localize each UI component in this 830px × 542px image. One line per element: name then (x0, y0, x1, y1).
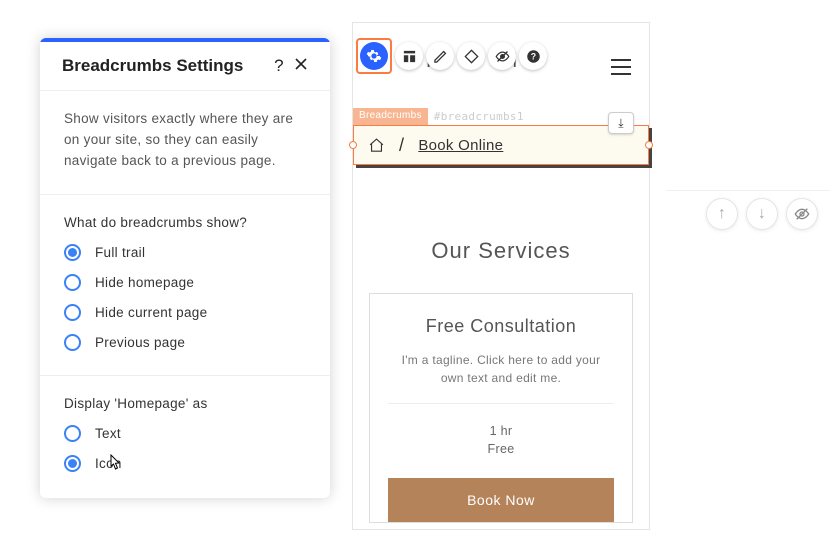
canvas-side-controls: ↑ ↓ (706, 198, 818, 230)
service-meta: 1 hr Free (388, 404, 614, 478)
hamburger-menu-icon[interactable] (605, 53, 637, 81)
resize-handle-left[interactable] (349, 141, 357, 149)
element-id-text: #breadcrumbs1 (428, 108, 530, 125)
radio-icon (64, 334, 81, 351)
breadcrumb-current-page[interactable]: Book Online (418, 137, 503, 154)
radio-hide-current-page[interactable]: Hide current page (64, 304, 306, 321)
radio-label: Hide homepage (95, 275, 194, 290)
resize-handle-right[interactable] (645, 141, 653, 149)
radio-icon (64, 455, 81, 472)
radio-label: Full trail (95, 245, 145, 260)
radio-icon (64, 425, 81, 442)
horizontal-rule (666, 190, 830, 191)
radio-text[interactable]: Text (64, 425, 306, 442)
help-icon[interactable]: ? (268, 56, 290, 76)
breadcrumb-separator: / (399, 135, 404, 156)
radio-icon (64, 304, 81, 321)
element-type-badge: Breadcrumbs (353, 108, 428, 125)
element-id-row: Breadcrumbs #breadcrumbs1 (353, 108, 649, 125)
layout-icon[interactable] (395, 42, 423, 70)
preview-canvas: H n Cl Breadcrumbs #breadcrumbs1 / Book … (352, 22, 650, 530)
move-up-button[interactable]: ↑ (706, 198, 738, 230)
hide-icon[interactable] (488, 42, 516, 70)
service-tagline[interactable]: I'm a tagline. Click here to add your ow… (388, 351, 614, 404)
svg-text:?: ? (530, 51, 536, 61)
settings-button[interactable] (356, 38, 392, 74)
panel-title: Breadcrumbs Settings (62, 56, 268, 76)
radio-label: Hide current page (95, 305, 207, 320)
visibility-button[interactable] (786, 198, 818, 230)
service-card: Free Consultation I'm a tagline. Click h… (369, 293, 633, 523)
service-duration: 1 hr (388, 424, 614, 438)
service-title: Free Consultation (388, 316, 614, 337)
radio-label: Text (95, 426, 121, 441)
show-section-title: What do breadcrumbs show? (64, 215, 306, 230)
help-circle-icon[interactable]: ? (519, 42, 547, 70)
book-now-button[interactable]: Book Now (388, 478, 614, 522)
panel-header: Breadcrumbs Settings ? (40, 42, 330, 91)
move-down-button[interactable]: ↓ (746, 198, 778, 230)
home-icon[interactable] (368, 137, 385, 154)
close-icon[interactable] (290, 56, 312, 76)
breadcrumb-bar[interactable]: / Book Online ⤓ (353, 125, 649, 165)
service-price: Free (388, 442, 614, 456)
display-section: Display 'Homepage' as Text Icon (40, 376, 330, 498)
animation-icon[interactable] (457, 42, 485, 70)
download-icon[interactable]: ⤓ (608, 112, 634, 134)
radio-previous-page[interactable]: Previous page (64, 334, 306, 351)
display-section-title: Display 'Homepage' as (64, 396, 306, 411)
radio-label: Previous page (95, 335, 185, 350)
panel-description: Show visitors exactly where they are on … (40, 91, 330, 195)
radio-hide-homepage[interactable]: Hide homepage (64, 274, 306, 291)
radio-full-trail[interactable]: Full trail (64, 244, 306, 261)
radio-label: Icon (95, 456, 122, 471)
radio-icon-option[interactable]: Icon (64, 455, 306, 472)
radio-icon (64, 244, 81, 261)
radio-icon (64, 274, 81, 291)
breadcrumbs-settings-panel: Breadcrumbs Settings ? Show visitors exa… (40, 38, 330, 498)
element-toolbar: ? (356, 38, 547, 74)
gear-icon (360, 42, 388, 70)
design-icon[interactable] (426, 42, 454, 70)
services-heading: Our Services (353, 238, 649, 264)
breadcrumb-element[interactable]: Breadcrumbs #breadcrumbs1 / Book Online … (353, 108, 649, 165)
show-section: What do breadcrumbs show? Full trail Hid… (40, 195, 330, 376)
